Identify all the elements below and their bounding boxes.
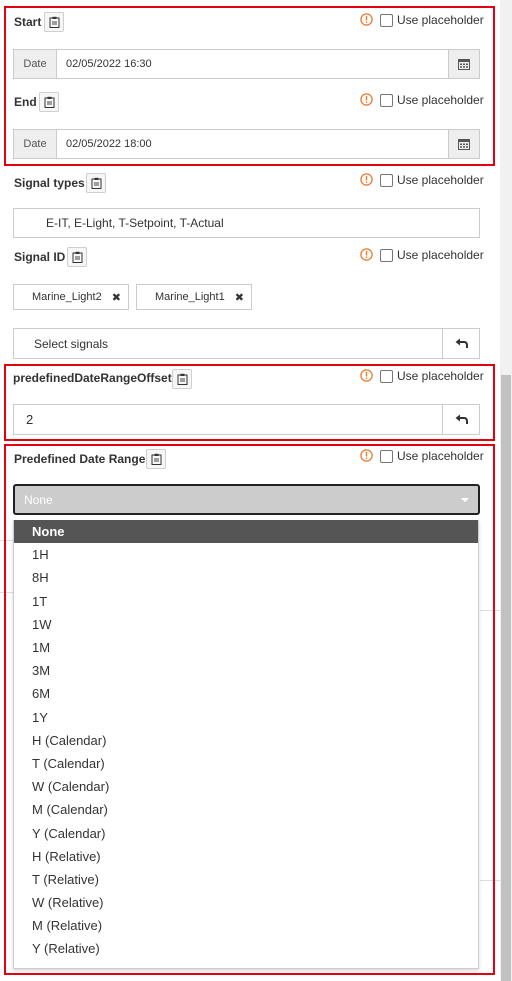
signal-chip[interactable]: Marine_Light1 ✖	[136, 284, 252, 310]
signal-chip-label: Marine_Light1	[155, 291, 225, 303]
select-signals-field[interactable]: Select signals	[13, 328, 480, 359]
highlight-box-offset	[4, 364, 495, 441]
signal-id-label: Signal ID	[14, 250, 66, 264]
signal-types-use-placeholder[interactable]: Use placeholder	[380, 173, 484, 187]
signal-types-placeholder-label: Use placeholder	[397, 173, 484, 187]
undo-arrow-icon	[455, 338, 468, 348]
highlight-box-date-range	[4, 6, 495, 166]
close-icon[interactable]: ✖	[235, 291, 244, 304]
signal-types-placeholder-checkbox[interactable]	[380, 173, 393, 187]
highlight-box-date-range-select	[4, 444, 495, 975]
select-signals-undo-button[interactable]	[442, 329, 479, 358]
select-signals-label: Select signals	[34, 336, 109, 351]
clipboard-icon	[91, 177, 101, 189]
signal-id-clipboard-button[interactable]	[67, 247, 87, 267]
clipboard-icon	[72, 251, 82, 263]
signal-id-warning-icon	[360, 248, 373, 264]
signal-chip-label: Marine_Light2	[32, 291, 102, 303]
signal-types-field[interactable]: E-IT, E-Light, T-Setpoint, T-Actual	[13, 208, 480, 238]
close-icon[interactable]: ✖	[112, 291, 121, 304]
signal-chip[interactable]: Marine_Light2 ✖	[13, 284, 129, 310]
signal-id-placeholder-checkbox[interactable]	[380, 248, 393, 262]
signal-types-label: Signal types	[14, 176, 85, 190]
signal-types-value: E-IT, E-Light, T-Setpoint, T-Actual	[46, 216, 224, 230]
signal-types-warning-icon	[360, 173, 373, 189]
scrollbar-thumb[interactable]	[501, 375, 511, 981]
signal-types-clipboard-button[interactable]	[86, 173, 106, 193]
signal-id-use-placeholder[interactable]: Use placeholder	[380, 248, 484, 262]
signal-id-placeholder-label: Use placeholder	[397, 248, 484, 262]
